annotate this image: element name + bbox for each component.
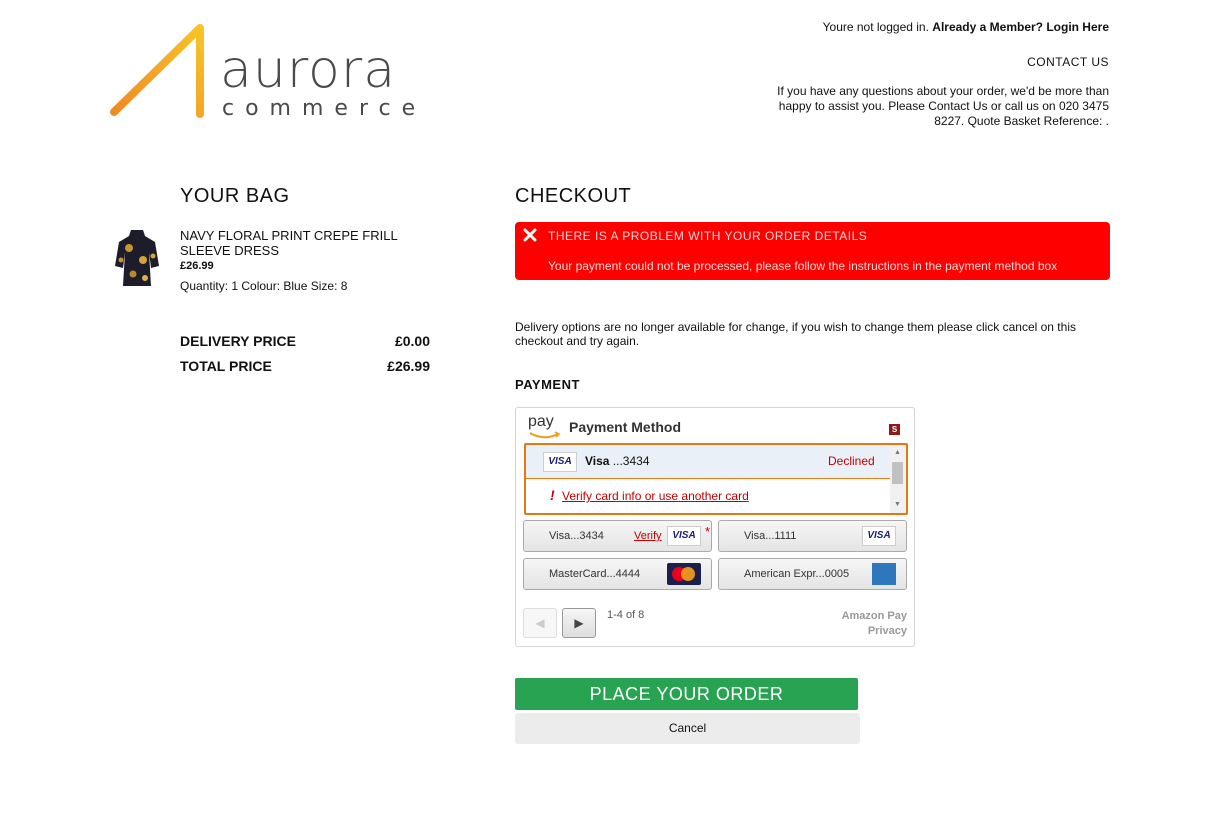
payment-method-title: Payment Method — [569, 419, 682, 435]
card-option-label: Visa...1111 — [744, 530, 796, 542]
cancel-button[interactable]: Cancel — [515, 713, 860, 744]
total-price-row: TOTAL PRICE £26.99 — [180, 358, 430, 374]
contact-us-link[interactable]: CONTACT US — [1027, 55, 1109, 69]
payment-title: PAYMENT — [515, 377, 580, 392]
card-logo-slot — [872, 563, 896, 588]
card-option-brand: American Expr — [744, 568, 816, 580]
card-option-brand: MasterCard — [549, 568, 607, 580]
card-option-visa-3434[interactable]: Visa...3434 Verify VISA * — [523, 520, 712, 552]
login-link[interactable]: Already a Member? Login Here — [932, 20, 1109, 34]
product-name: NAVY FLORAL PRINT CREPE FRILL SLEEVE DRE… — [180, 228, 398, 258]
amazon-smile-icon — [529, 431, 561, 439]
card-option-visa-1111[interactable]: Visa...1111 VISA — [718, 520, 907, 552]
close-icon — [523, 228, 537, 242]
product-price: £26.99 — [180, 260, 214, 272]
visa-logo-icon: VISA — [667, 526, 701, 546]
delivery-note: Delivery options are no longer available… — [515, 320, 1076, 348]
privacy-link[interactable]: Privacy — [868, 625, 907, 637]
page-count: 1-4 of 8 — [607, 609, 645, 621]
brand-name: aurora — [220, 40, 397, 100]
card-option-label: MasterCard...4444 — [549, 568, 640, 580]
place-order-button[interactable]: PLACE YOUR ORDER — [515, 678, 858, 710]
card-logo-slot: VISA — [862, 526, 896, 546]
selected-card-panel: VISA Visa ...3434 Declined ! Verify card… — [524, 443, 908, 515]
product-meta: Quantity: 1 Colour: Blue Size: 8 — [180, 279, 348, 293]
total-price-value: £26.99 — [387, 358, 430, 374]
aurora-logo-icon — [110, 24, 204, 118]
card-logo-slot: VISA — [667, 526, 701, 546]
card-option-brand: Visa — [744, 530, 766, 542]
required-star-icon: * — [705, 524, 711, 539]
delivery-price-label: DELIVERY PRICE — [180, 333, 296, 349]
card-status-declined: Declined — [828, 454, 875, 468]
verify-link[interactable]: Verify — [634, 530, 662, 542]
scroll-up-icon[interactable]: ▲ — [894, 449, 901, 456]
card-option-suffix: ...3434 — [570, 530, 604, 542]
card-logo-slot — [667, 563, 701, 588]
checkout-title: CHECKOUT — [515, 185, 632, 207]
amex-logo-icon — [872, 563, 896, 585]
scrollbar[interactable]: ▲ ▼ — [890, 445, 906, 513]
total-price-label: TOTAL PRICE — [180, 358, 272, 374]
login-status: Youre not logged in. Already a Member? L… — [823, 20, 1109, 34]
delivery-price-row: DELIVERY PRICE £0.00 — [180, 333, 430, 349]
card-option-suffix: ...1111 — [765, 530, 797, 542]
card-option-suffix: ...4444 — [606, 568, 641, 580]
scroll-thumb[interactable] — [892, 462, 903, 484]
card-option-amex-0005[interactable]: American Expr...0005 — [718, 558, 907, 590]
contact-text: If you have any questions about your ord… — [777, 84, 1109, 128]
amazon-pay-link[interactable]: Amazon Pay — [842, 610, 907, 622]
verify-card-link[interactable]: Verify card info or use another card — [562, 489, 749, 503]
scroll-down-icon[interactable]: ▼ — [894, 501, 901, 508]
card-option-brand: Visa — [549, 530, 571, 542]
product-image — [115, 228, 159, 290]
mastercard-logo-icon — [667, 563, 701, 585]
visa-logo-icon: VISA — [862, 526, 896, 546]
card-option-label: Visa...3434 — [549, 530, 604, 542]
brand-subtitle: commerce — [222, 96, 427, 121]
card-option-label: American Expr...0005 — [744, 568, 849, 580]
error-message: Your payment could not be processed, ple… — [548, 259, 1058, 273]
error-alert: THERE IS A PROBLEM WITH YOUR ORDER DETAI… — [515, 222, 1110, 280]
selected-card-brand: Visa — [585, 454, 610, 468]
login-prefix: Youre not logged in. — [822, 20, 929, 34]
widget-badge: S — [889, 424, 900, 435]
selected-card-last4: ...3434 — [609, 454, 650, 468]
selected-card-row[interactable]: VISA Visa ...3434 Declined — [526, 445, 892, 479]
prev-page-button[interactable]: ◀ — [523, 608, 557, 638]
delivery-price-value: £0.00 — [394, 333, 430, 349]
card-warning-row: ! Verify card info or use another card — [526, 480, 892, 513]
selected-card-label: Visa ...3434 — [585, 454, 650, 468]
error-title: THERE IS A PROBLEM WITH YOUR ORDER DETAI… — [548, 229, 868, 243]
visa-logo-icon: VISA — [543, 452, 577, 472]
payment-widget: pay Payment Method S VISA Visa ...3434 D… — [515, 407, 915, 647]
warning-icon: ! — [550, 487, 555, 503]
card-option-mastercard-4444[interactable]: MasterCard...4444 — [523, 558, 712, 590]
bag-title: YOUR BAG — [180, 185, 290, 207]
next-page-button[interactable]: ▶ — [562, 608, 596, 638]
brand-logo[interactable]: aurora commerce — [108, 22, 418, 122]
pay-logo-text: pay — [528, 413, 554, 430]
amazon-pay-logo: pay — [528, 413, 562, 441]
card-option-suffix: ...0005 — [815, 568, 850, 580]
